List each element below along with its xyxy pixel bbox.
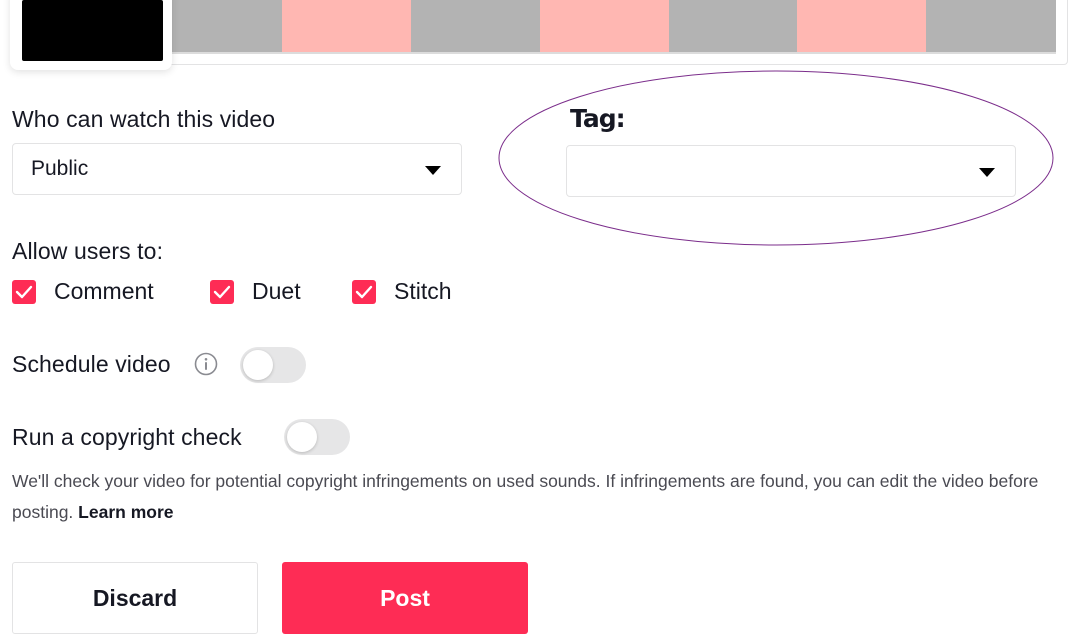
toggle-knob xyxy=(243,350,273,380)
duet-checkbox[interactable] xyxy=(210,280,234,304)
post-button[interactable]: Post xyxy=(282,562,528,634)
learn-more-link[interactable]: Learn more xyxy=(78,502,173,522)
chevron-down-icon xyxy=(425,166,441,175)
cover-frame-segment xyxy=(411,0,540,52)
cover-thumbnail xyxy=(22,0,163,61)
permissions-label: Allow users to: xyxy=(12,238,164,264)
stitch-label: Stitch xyxy=(394,278,452,304)
copyright-toggle[interactable] xyxy=(284,419,350,455)
toggle-knob xyxy=(287,422,317,452)
tag-annotation-ellipse xyxy=(498,70,1054,246)
cover-thumbnail-card[interactable] xyxy=(10,0,172,70)
discard-button[interactable]: Discard xyxy=(12,562,258,634)
schedule-label: Schedule video xyxy=(12,351,171,377)
checkmark-icon xyxy=(213,285,231,299)
cover-strip-edge xyxy=(172,52,1056,54)
comment-label: Comment xyxy=(54,278,154,304)
copyright-description: We'll check your video for potential cop… xyxy=(12,466,1072,528)
permission-stitch[interactable]: Stitch xyxy=(352,278,472,308)
cover-frame-segment xyxy=(540,0,669,52)
cover-frame-segment xyxy=(926,0,1056,52)
checkmark-icon xyxy=(15,285,33,299)
privacy-label: Who can watch this video xyxy=(12,106,276,132)
schedule-toggle[interactable] xyxy=(240,347,306,383)
permission-comment[interactable]: Comment xyxy=(12,278,172,308)
privacy-select[interactable]: Public xyxy=(12,143,462,195)
cover-frame-segment xyxy=(797,0,926,52)
checkmark-icon xyxy=(355,285,373,299)
comment-checkbox[interactable] xyxy=(12,280,36,304)
cover-frame-strip[interactable] xyxy=(172,0,1056,52)
duet-label: Duet xyxy=(252,278,301,304)
permission-duet[interactable]: Duet xyxy=(210,278,320,308)
info-icon[interactable] xyxy=(194,352,218,376)
cover-frame-segment xyxy=(172,0,282,52)
copyright-label: Run a copyright check xyxy=(12,424,242,450)
cover-frame-segment xyxy=(669,0,797,52)
stitch-checkbox[interactable] xyxy=(352,280,376,304)
privacy-selected-value: Public xyxy=(31,157,89,180)
cover-frame-segment xyxy=(282,0,411,52)
